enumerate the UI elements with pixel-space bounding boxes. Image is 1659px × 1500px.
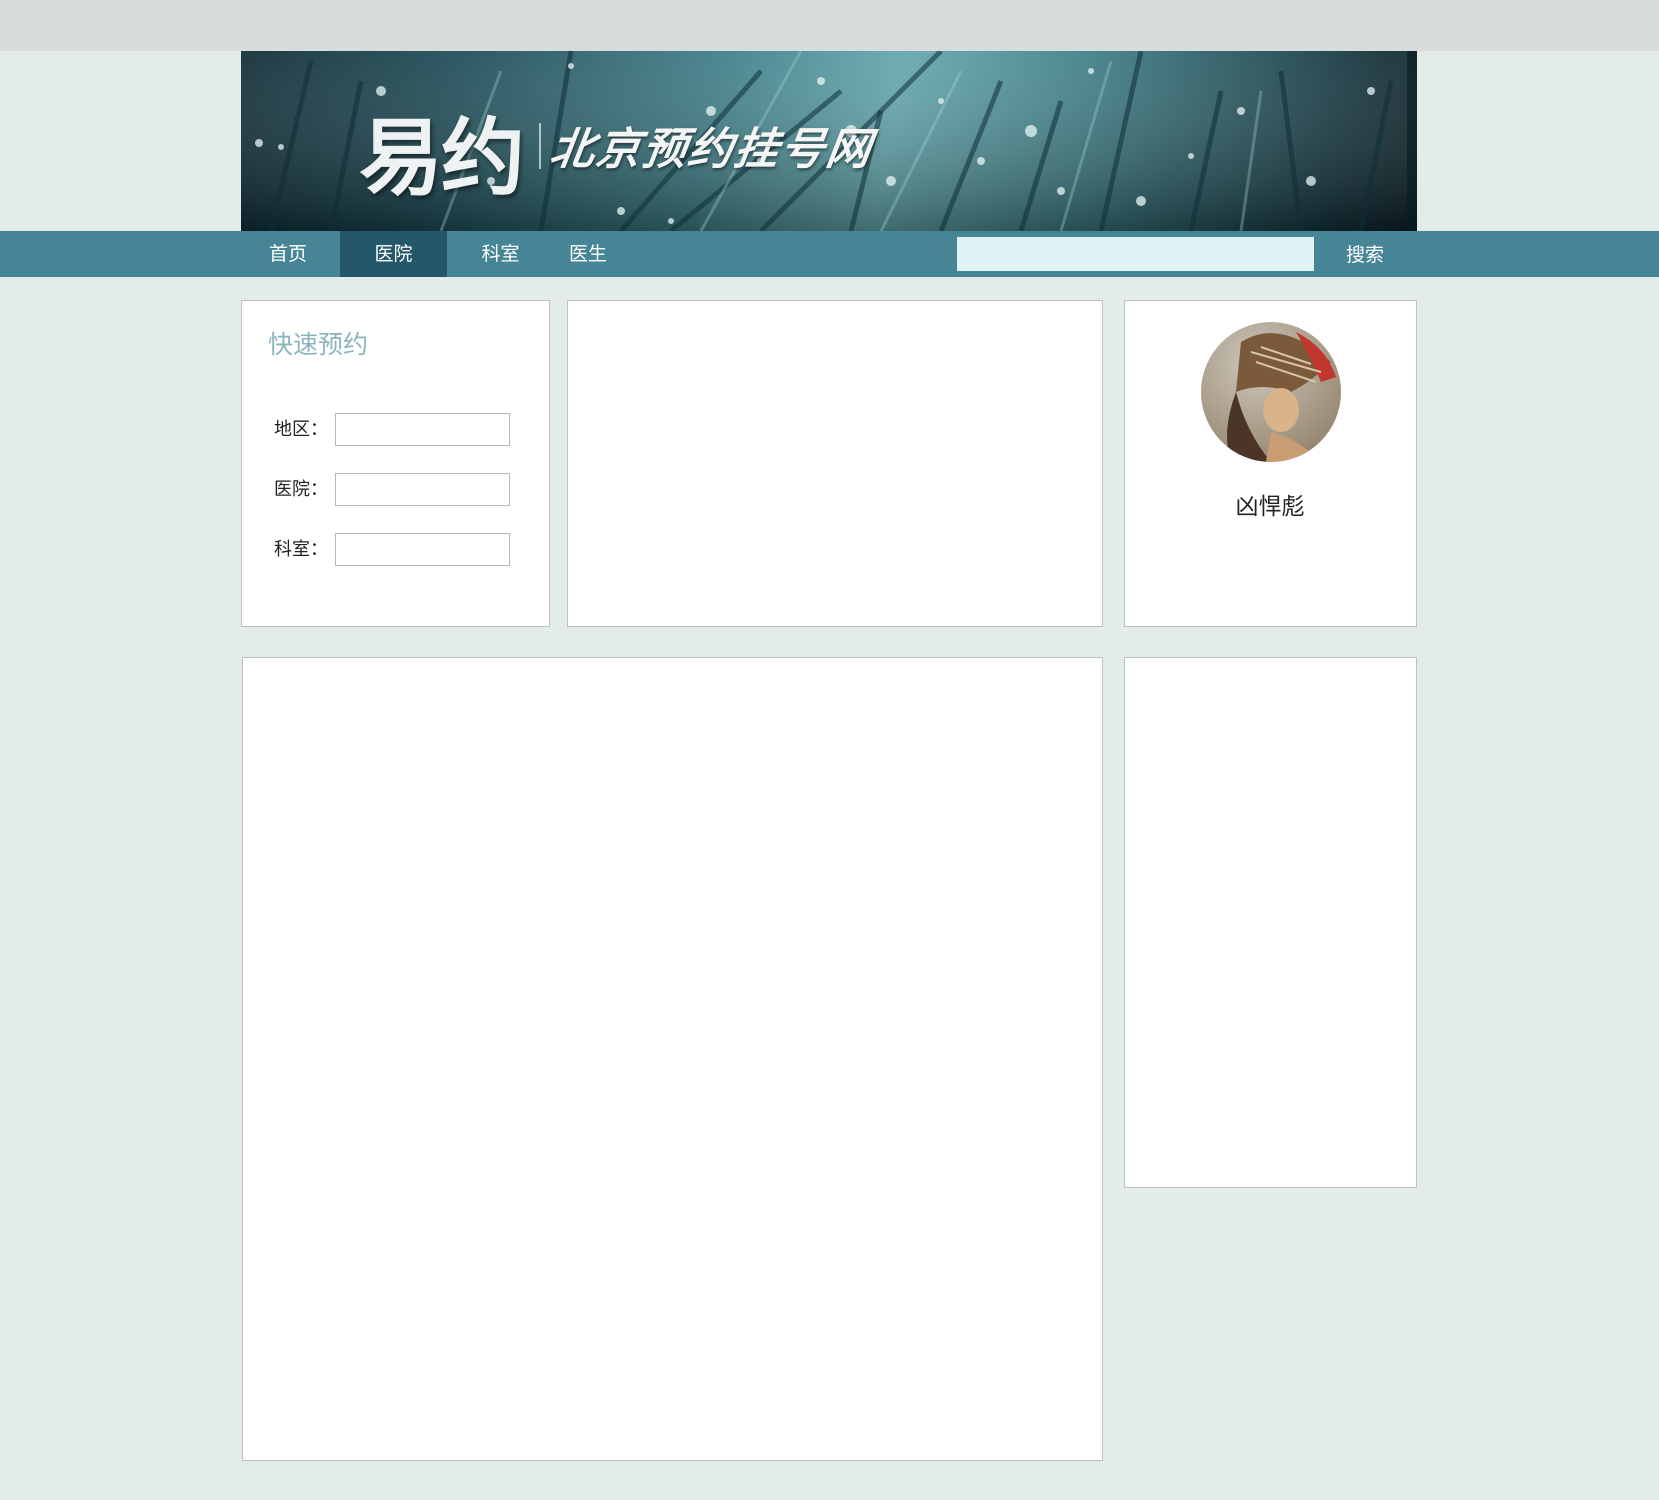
region-input[interactable] <box>335 413 510 446</box>
nav-item-department[interactable]: 科室 <box>447 231 554 277</box>
department-label: 科室： <box>274 539 328 560</box>
nav-item-hospital[interactable]: 医院 <box>340 231 447 277</box>
avatar[interactable] <box>1201 322 1341 462</box>
site-slogan: 北京预约挂号网 <box>546 124 876 175</box>
main-content-panel <box>242 657 1103 1461</box>
side-content-panel <box>1124 657 1417 1188</box>
hospital-input[interactable] <box>335 473 510 506</box>
logo-separator <box>539 123 541 169</box>
main-nav: 首页 医院 科室 医生 搜索 <box>0 231 1659 277</box>
user-name: 凶悍彪 <box>1235 494 1305 520</box>
quick-booking-panel: 快速预约 地区： 医院： 科室： <box>241 300 550 627</box>
hospital-label: 医院： <box>274 479 328 500</box>
center-content-panel <box>567 300 1103 627</box>
department-input[interactable] <box>335 533 510 566</box>
region-label: 地区： <box>274 419 328 440</box>
quick-booking-title: 快速预约 <box>268 330 369 359</box>
user-profile-panel: 凶悍彪 <box>1124 300 1417 627</box>
site-logo[interactable]: 易约 <box>359 91 525 212</box>
search-input[interactable] <box>957 237 1314 271</box>
header-banner: 易约 北京预约挂号网 <box>241 51 1417 231</box>
browser-top-bar <box>0 0 1659 51</box>
avatar-portrait-icon <box>1227 332 1336 462</box>
search-button[interactable]: 搜索 <box>1322 231 1408 277</box>
nav-item-home[interactable]: 首页 <box>241 231 335 277</box>
nav-item-doctor[interactable]: 医生 <box>554 231 622 277</box>
